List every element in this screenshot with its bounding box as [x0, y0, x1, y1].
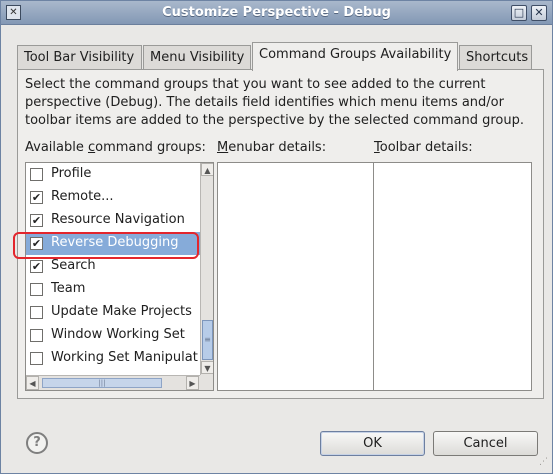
- menubar-details-label: Menubar details:: [217, 140, 327, 155]
- scroll-down-arrow-icon[interactable]: ▼: [201, 361, 213, 374]
- vertical-scroll-thumb[interactable]: ≡: [202, 320, 213, 360]
- list-item[interactable]: Window Working Set: [26, 324, 200, 347]
- maximize-button[interactable]: □: [511, 5, 527, 21]
- resize-grip-icon[interactable]: ⋰: [539, 458, 551, 471]
- help-icon[interactable]: ?: [26, 432, 48, 454]
- vertical-scrollbar[interactable]: ▲ ≡ ▼: [200, 163, 213, 375]
- tab-shortcuts[interactable]: Shortcuts: [459, 45, 532, 71]
- horizontal-scroll-thumb[interactable]: |||: [42, 378, 162, 388]
- menubar-details-list[interactable]: [217, 162, 374, 391]
- list-item[interactable]: Update Make Projects: [26, 301, 200, 324]
- tab-command-groups-availability[interactable]: Command Groups Availability: [252, 42, 458, 71]
- list-item-label: Working Set Manipulat: [51, 350, 198, 365]
- checkbox-checked[interactable]: ✔: [30, 191, 43, 204]
- list-item-label: Team: [51, 281, 86, 296]
- toolbar-details-list[interactable]: [373, 162, 532, 391]
- list-item[interactable]: Team: [26, 278, 200, 301]
- title-bar[interactable]: ✕ Customize Perspective - Debug □ ✕: [1, 1, 552, 25]
- tab-tool-bar-visibility[interactable]: Tool Bar Visibility: [17, 45, 142, 71]
- list-item-label: Search: [51, 258, 96, 273]
- toolbar-details-label: Toolbar details:: [374, 140, 473, 155]
- list-item[interactable]: Profile: [26, 163, 200, 186]
- scrollbar-corner: [200, 375, 213, 390]
- cancel-button[interactable]: Cancel: [433, 431, 538, 456]
- list-item-label: Resource Navigation: [51, 212, 185, 227]
- close-button[interactable]: ✕: [531, 5, 547, 21]
- available-command-groups-label: Available command groups:: [25, 140, 206, 155]
- window-title: Customize Perspective - Debug: [162, 5, 391, 20]
- scroll-right-arrow-icon[interactable]: ▶: [186, 376, 199, 390]
- thumb-grip-icon: ≡: [204, 335, 211, 344]
- checkbox-unchecked[interactable]: [30, 329, 43, 342]
- list-item-label: Update Make Projects: [51, 304, 192, 319]
- list-item-label: Remote...: [51, 189, 114, 204]
- list-item[interactable]: ✔ Reverse Debugging: [26, 232, 200, 255]
- checkbox-checked[interactable]: ✔: [30, 214, 43, 227]
- checkbox-checked[interactable]: ✔: [30, 260, 43, 273]
- scroll-left-arrow-icon[interactable]: ◀: [26, 376, 39, 390]
- command-groups-list[interactable]: Profile ✔ Remote... ✔ Resource Navigation ✔ Re…: [25, 162, 214, 391]
- list-item[interactable]: ✔ Search: [26, 255, 200, 278]
- tab-menu-visibility[interactable]: Menu Visibility: [143, 45, 251, 71]
- customize-perspective-dialog: ✕ Customize Perspective - Debug □ ✕ Tool…: [0, 0, 553, 474]
- list-item-label: Reverse Debugging: [51, 235, 179, 250]
- checkbox-unchecked[interactable]: [30, 283, 43, 296]
- scroll-up-arrow-icon[interactable]: ▲: [201, 163, 213, 176]
- list-item[interactable]: ✔ Remote...: [26, 186, 200, 209]
- checkbox-unchecked[interactable]: [30, 352, 43, 365]
- ok-button[interactable]: OK: [320, 431, 425, 456]
- checkbox-unchecked[interactable]: [30, 168, 43, 181]
- checkbox-checked[interactable]: ✔: [30, 237, 43, 250]
- list-item[interactable]: ✔ Resource Navigation: [26, 209, 200, 232]
- description-text: Select the command groups that you want …: [25, 77, 525, 128]
- horizontal-scrollbar[interactable]: ◀ ||| ▶: [26, 375, 200, 390]
- checkbox-unchecked[interactable]: [30, 306, 43, 319]
- list-item[interactable]: Working Set Manipulat: [26, 347, 200, 370]
- list-item-label: Profile: [51, 166, 92, 181]
- list-item-label: Window Working Set: [51, 327, 185, 342]
